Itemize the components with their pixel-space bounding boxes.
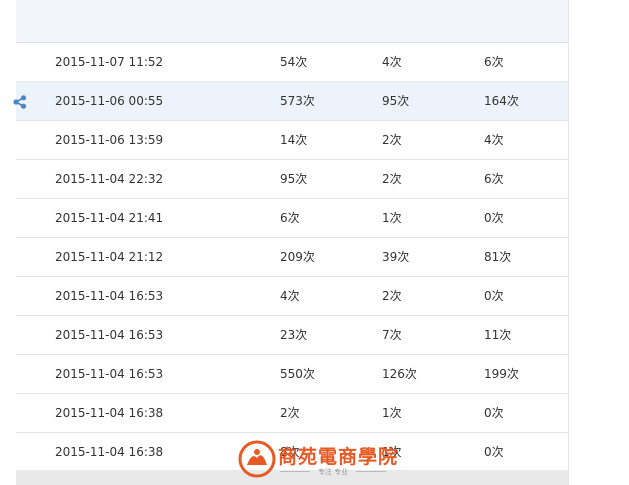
row-count-3: 164次: [484, 94, 519, 108]
row-count-3: 0次: [484, 211, 504, 225]
row-count-2: 2次: [382, 133, 402, 147]
row-count-3: 11次: [484, 328, 512, 342]
table-row[interactable]: 2015-11-04 16:53 4次 2次 0次: [16, 277, 568, 316]
row-count-1: 54次: [280, 55, 308, 69]
row-count-3: 0次: [484, 445, 504, 459]
row-count-2: 4次: [382, 55, 402, 69]
row-count-3: 81次: [484, 250, 512, 264]
row-time: 2015-11-04 22:32: [55, 172, 164, 186]
row-time: 2015-11-04 16:53: [55, 367, 164, 381]
row-count-2: 7次: [382, 328, 402, 342]
row-time: 2015-11-06 00:55: [55, 94, 164, 108]
row-count-2: 1次: [382, 211, 402, 225]
row-count-1: 209次: [280, 250, 315, 264]
row-time: 2015-11-07 11:52: [55, 55, 164, 69]
row-count-1: 23次: [280, 328, 308, 342]
table-row[interactable]: 2015-11-04 16:38 8次 1次 0次: [16, 433, 568, 472]
row-time: 2015-11-06 13:59: [55, 133, 164, 147]
table-row[interactable]: 2015-11-04 16:53 550次 126次 199次: [16, 355, 568, 394]
table-row[interactable]: 2015-11-04 16:38 2次 1次 0次: [16, 394, 568, 433]
share-icon[interactable]: [12, 94, 28, 110]
row-time: 2015-11-04 16:38: [55, 406, 164, 420]
table-row[interactable]: 2015-11-07 11:52 54次 4次 6次: [16, 43, 568, 82]
stats-table: 2015-11-07 11:52 54次 4次 6次 2015-11-06 00:55 5…: [13, 0, 569, 485]
row-count-3: 199次: [484, 367, 519, 381]
row-count-2: 2次: [382, 172, 402, 186]
row-time: 2015-11-04 21:12: [55, 250, 164, 264]
row-count-2: 1次: [382, 445, 402, 459]
row-count-3: 6次: [484, 55, 504, 69]
row-count-2: 95次: [382, 94, 410, 108]
row-time: 2015-11-04 16:53: [55, 289, 164, 303]
row-count-3: 0次: [484, 289, 504, 303]
row-count-1: 95次: [280, 172, 308, 186]
row-count-3: 4次: [484, 133, 504, 147]
table-row[interactable]: 2015-11-04 21:41 6次 1次 0次: [16, 199, 568, 238]
table-row[interactable]: 2015-11-04 16:53 23次 7次 11次: [16, 316, 568, 355]
page: 2015-11-07 11:52 54次 4次 6次 2015-11-06 00:55 5…: [0, 0, 629, 485]
row-count-1: 550次: [280, 367, 315, 381]
table-row[interactable]: 2015-11-06 00:55 573次 95次 164次: [13, 82, 568, 121]
row-time: 2015-11-04 16:38: [55, 445, 164, 459]
row-time: 2015-11-04 16:53: [55, 328, 164, 342]
row-count-1: 6次: [280, 211, 300, 225]
row-count-3: 0次: [484, 406, 504, 420]
table-row[interactable]: 2015-11-04 21:12 209次 39次 81次: [16, 238, 568, 277]
row-count-1: 8次: [280, 445, 300, 459]
row-count-2: 39次: [382, 250, 410, 264]
row-count-2: 126次: [382, 367, 417, 381]
table-body: 2015-11-07 11:52 54次 4次 6次 2015-11-06 00:55 5…: [13, 43, 568, 472]
table-header: [16, 0, 568, 43]
row-count-1: 2次: [280, 406, 300, 420]
row-count-1: 573次: [280, 94, 315, 108]
table-row[interactable]: 2015-11-04 22:32 95次 2次 6次: [16, 160, 568, 199]
row-count-1: 14次: [280, 133, 308, 147]
row-count-2: 1次: [382, 406, 402, 420]
row-count-2: 2次: [382, 289, 402, 303]
row-count-3: 6次: [484, 172, 504, 186]
row-time: 2015-11-04 21:41: [55, 211, 164, 225]
table-row[interactable]: 2015-11-06 13:59 14次 2次 4次: [16, 121, 568, 160]
row-count-1: 4次: [280, 289, 300, 303]
horizontal-scrollbar[interactable]: [16, 470, 568, 485]
